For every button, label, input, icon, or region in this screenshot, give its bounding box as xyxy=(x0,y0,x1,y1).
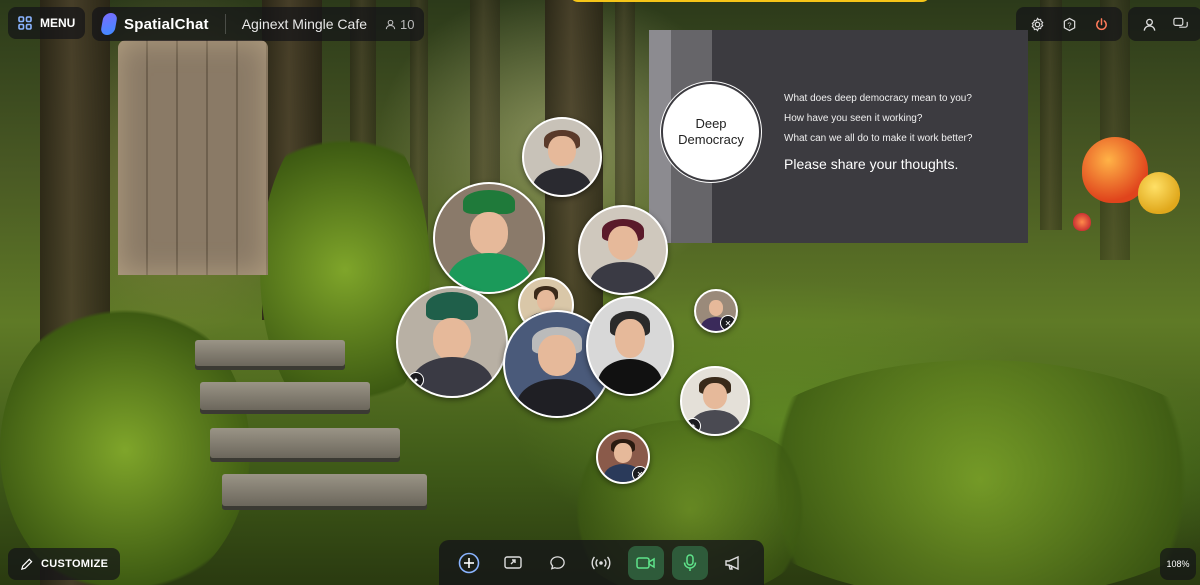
chat-bubbles-icon[interactable] xyxy=(1168,11,1194,37)
participant-avatar[interactable]: ✕ xyxy=(694,289,738,333)
spatialchat-logo-icon xyxy=(100,13,118,35)
presentation-indicator xyxy=(570,0,930,2)
user-controls xyxy=(1128,7,1200,41)
slide-question: How have you seen it working? xyxy=(784,113,923,124)
broadcast-button[interactable] xyxy=(583,546,619,580)
chat-button[interactable] xyxy=(539,546,575,580)
participant-avatar[interactable] xyxy=(586,296,674,396)
customize-button[interactable]: CUSTOMIZE xyxy=(8,548,121,580)
grid-icon xyxy=(18,16,32,30)
participant-avatar[interactable]: ✦ xyxy=(396,286,508,398)
broadcast-icon xyxy=(591,555,611,571)
zoom-level[interactable]: 108% xyxy=(1160,548,1196,580)
reaction-badge: ✦ xyxy=(685,418,701,434)
menu-label: MENU xyxy=(40,16,76,30)
chat-icon xyxy=(549,555,566,571)
shared-presentation[interactable]: Deep Democracy What does deep democracy … xyxy=(649,30,1028,243)
camera-icon xyxy=(635,556,656,570)
tree-door xyxy=(118,40,268,275)
person-icon xyxy=(385,19,396,30)
media-toolbar xyxy=(439,540,764,585)
room-name[interactable]: Aginext Mingle Cafe xyxy=(242,16,367,32)
share-screen-button[interactable] xyxy=(495,546,531,580)
microphone-muted-icon: ✕ xyxy=(632,466,648,482)
microphone-toggle-button[interactable] xyxy=(671,545,708,580)
slide-title-line1: Deep xyxy=(695,116,727,132)
share-screen-icon xyxy=(504,555,522,571)
reaction-badge: ✦ xyxy=(408,372,424,388)
participant-avatar[interactable] xyxy=(522,117,602,197)
participant-count-value: 10 xyxy=(400,16,415,32)
slide-title-circle: Deep Democracy xyxy=(661,82,761,182)
slide-title-line2: Democracy xyxy=(678,132,744,147)
svg-text:?: ? xyxy=(1067,20,1071,29)
brand-name: SpatialChat xyxy=(124,15,209,33)
participant-count[interactable]: 10 xyxy=(385,17,414,32)
pencil-icon xyxy=(20,558,33,571)
slide-question: What can we all do to make it work bette… xyxy=(784,133,973,144)
camera-toggle-button[interactable] xyxy=(627,545,664,580)
menu-button[interactable]: MENU xyxy=(8,7,86,39)
room-header: SpatialChat Aginext Mingle Cafe 10 xyxy=(92,7,425,41)
add-icon xyxy=(458,552,480,574)
power-icon[interactable] xyxy=(1088,11,1114,37)
participant-avatar[interactable]: ✕ xyxy=(596,430,650,484)
room-controls: ? xyxy=(1016,7,1122,41)
divider xyxy=(224,14,226,34)
megaphone-button[interactable] xyxy=(716,546,752,580)
add-button[interactable] xyxy=(451,546,487,580)
user-icon[interactable] xyxy=(1136,11,1162,37)
help-icon[interactable]: ? xyxy=(1056,11,1082,37)
participant-avatar[interactable] xyxy=(578,205,668,295)
participant-avatar[interactable] xyxy=(433,182,545,294)
microphone-icon xyxy=(683,553,697,572)
customize-label: CUSTOMIZE xyxy=(41,558,109,570)
participant-avatar[interactable]: ✦ xyxy=(680,366,750,436)
slide-question: What does deep democracy mean to you? xyxy=(784,93,972,104)
megaphone-icon xyxy=(724,555,744,571)
microphone-muted-icon: ✕ xyxy=(720,315,736,331)
slide-call-to-action: Please share your thoughts. xyxy=(784,156,959,172)
